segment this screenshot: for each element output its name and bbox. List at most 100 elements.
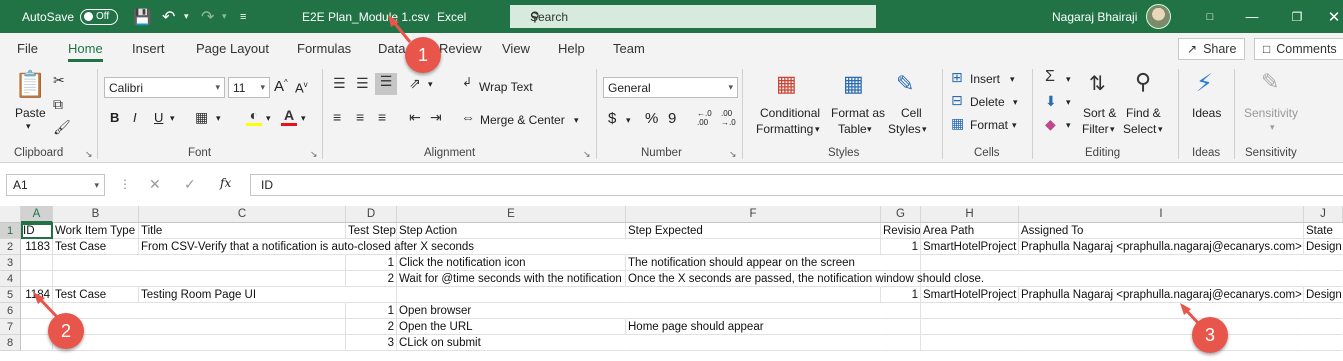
cell-step-action-r4[interactable]: Wait for @time seconds with the notifica…: [397, 271, 626, 287]
sensitivity-icon[interactable]: ✎: [1261, 69, 1279, 95]
decrease-indent-icon[interactable]: ⇤: [409, 109, 421, 126]
sensitivity-button[interactable]: Sensitivity: [1244, 106, 1298, 120]
align-bottom-icon[interactable]: ☰: [375, 73, 397, 95]
paste-icon[interactable]: 📋: [14, 69, 46, 100]
cell-test-step-r1[interactable]: Test Step: [346, 223, 397, 239]
restore-icon[interactable]: ❐: [1277, 0, 1317, 33]
column-header-a[interactable]: A: [21, 206, 53, 223]
bold-button[interactable]: B: [110, 110, 119, 125]
tab-help[interactable]: Help: [558, 33, 585, 63]
number-launcher-icon[interactable]: ↘: [729, 149, 737, 160]
cell-id-r3[interactable]: [21, 255, 53, 271]
minimize-icon[interactable]: —: [1232, 0, 1272, 33]
column-header-f[interactable]: F: [626, 206, 881, 223]
cell-state-r5[interactable]: Design: [1304, 287, 1343, 303]
conditional-formatting-icon[interactable]: ▦: [776, 71, 797, 97]
autosum-icon[interactable]: Σ: [1045, 68, 1055, 86]
sort-filter-icon[interactable]: ⇅: [1089, 71, 1106, 96]
format-painter-icon[interactable]: 🖌: [53, 119, 71, 136]
clipboard-launcher-icon[interactable]: ↘: [85, 149, 93, 160]
row-header-6[interactable]: 6: [0, 303, 21, 319]
cell-title-r2[interactable]: From CSV-Verify that a notification is a…: [139, 239, 474, 255]
tab-formulas[interactable]: Formulas: [297, 33, 351, 63]
fill-dropdown-icon[interactable]: ▾: [1066, 97, 1071, 108]
insert-function-button[interactable]: fx: [220, 176, 231, 190]
save-icon[interactable]: 💾: [133, 0, 152, 33]
find-dropdown-icon[interactable]: ▾: [1158, 124, 1163, 135]
cell-title-r6[interactable]: [139, 303, 346, 319]
cell-area-path-r7[interactable]: [921, 319, 1019, 335]
cell-step-action-r5[interactable]: [397, 287, 626, 303]
cell-title-r5[interactable]: Testing Room Page UI: [139, 287, 346, 303]
cell-state-r7[interactable]: [1304, 319, 1343, 335]
cell-step-expected-r8[interactable]: [626, 335, 881, 351]
delete-cells-icon[interactable]: ⊟: [951, 92, 963, 109]
ideas-icon[interactable]: ⚡: [1196, 69, 1213, 98]
sort-filter-line2[interactable]: Filter: [1082, 122, 1109, 136]
delete-cells-button[interactable]: Delete: [970, 95, 1005, 109]
clear-icon[interactable]: ◆: [1045, 116, 1056, 133]
cell-assigned-to-r3[interactable]: [1019, 255, 1304, 271]
comma-button[interactable]: 9: [668, 110, 676, 127]
cell-step-expected-r2[interactable]: [626, 239, 881, 255]
cut-icon[interactable]: ✂: [53, 72, 65, 89]
column-header-j[interactable]: J: [1304, 206, 1343, 223]
increase-decimal-icon[interactable]: ←.0.00: [697, 109, 712, 127]
fill-dropdown-icon[interactable]: ▾: [266, 113, 271, 124]
increase-indent-icon[interactable]: ⇥: [430, 109, 442, 126]
font-size-select[interactable]: 11 ▾: [228, 77, 270, 98]
column-header-c[interactable]: C: [139, 206, 346, 223]
italic-button[interactable]: I: [133, 110, 137, 125]
font-color-dropdown-icon[interactable]: ▾: [301, 113, 306, 124]
cell-title-r4[interactable]: [139, 271, 346, 287]
shrink-font-button[interactable]: Av: [295, 80, 308, 95]
cell-test-step-r4[interactable]: 2: [346, 271, 397, 287]
row-header-7[interactable]: 7: [0, 319, 21, 335]
cell-revision-r5[interactable]: 1: [881, 287, 921, 303]
cell-id-r6[interactable]: [21, 303, 53, 319]
cell-area-path-r8[interactable]: [921, 335, 1019, 351]
cell-area-path-r6[interactable]: [921, 303, 1019, 319]
tab-data[interactable]: Data: [378, 33, 405, 63]
cell-assigned-to-r7[interactable]: [1019, 319, 1304, 335]
row-header-5[interactable]: 5: [0, 287, 21, 303]
row-header-3[interactable]: 3: [0, 255, 21, 271]
cell-id-r1[interactable]: ID: [21, 223, 53, 239]
cell-styles-line2[interactable]: Styles: [888, 122, 921, 136]
underline-dropdown-icon[interactable]: ▾: [170, 113, 175, 124]
paste-dropdown-icon[interactable]: ▾: [26, 121, 31, 132]
tab-view[interactable]: View: [502, 33, 530, 63]
orientation-dropdown-icon[interactable]: ▾: [428, 79, 433, 90]
sensitivity-dropdown-icon[interactable]: ▾: [1270, 122, 1275, 133]
align-right-icon[interactable]: ≡: [378, 109, 386, 125]
cell-id-r5[interactable]: 1184: [21, 287, 53, 303]
decrease-decimal-icon[interactable]: .00 →.0: [721, 109, 736, 127]
currency-button[interactable]: $: [608, 110, 616, 127]
cell-work-item-type-r5[interactable]: Test Case: [53, 287, 139, 303]
cell-step-expected-r7[interactable]: Home page should appear: [626, 319, 881, 335]
cell-state-r8[interactable]: [1304, 335, 1343, 351]
row-header-2[interactable]: 2: [0, 239, 21, 255]
merge-icon[interactable]: ⇔: [461, 109, 475, 125]
column-header-i[interactable]: I: [1019, 206, 1304, 223]
format-cells-icon[interactable]: ▦: [951, 115, 964, 132]
cell-revision-r1[interactable]: Revision: [881, 223, 921, 239]
cell-work-item-type-r4[interactable]: [53, 271, 139, 287]
paste-label[interactable]: Paste: [15, 106, 46, 120]
font-family-select[interactable]: Calibri ▾: [104, 77, 225, 98]
avatar[interactable]: [1146, 4, 1171, 29]
tab-home[interactable]: Home: [68, 33, 103, 63]
ideas-button[interactable]: Ideas: [1192, 106, 1221, 120]
share-button[interactable]: ↗ Share: [1178, 38, 1246, 60]
cell-work-item-type-r1[interactable]: Work Item Type: [53, 223, 139, 239]
format-dropdown-icon[interactable]: ▾: [1012, 120, 1017, 131]
cell-test-step-r8[interactable]: 3: [346, 335, 397, 351]
conditional-dropdown-icon[interactable]: ▾: [815, 124, 820, 135]
cell-area-path-r2[interactable]: SmartHotelProject: [921, 239, 1019, 255]
cell-step-expected-r3[interactable]: The notification should appear on the sc…: [626, 255, 881, 271]
align-left-icon[interactable]: ≡: [333, 109, 341, 125]
number-format-select[interactable]: General ▾: [603, 77, 738, 98]
cell-assigned-to-r6[interactable]: [1019, 303, 1304, 319]
enter-icon[interactable]: ✓: [184, 176, 196, 193]
cell-state-r3[interactable]: [1304, 255, 1343, 271]
